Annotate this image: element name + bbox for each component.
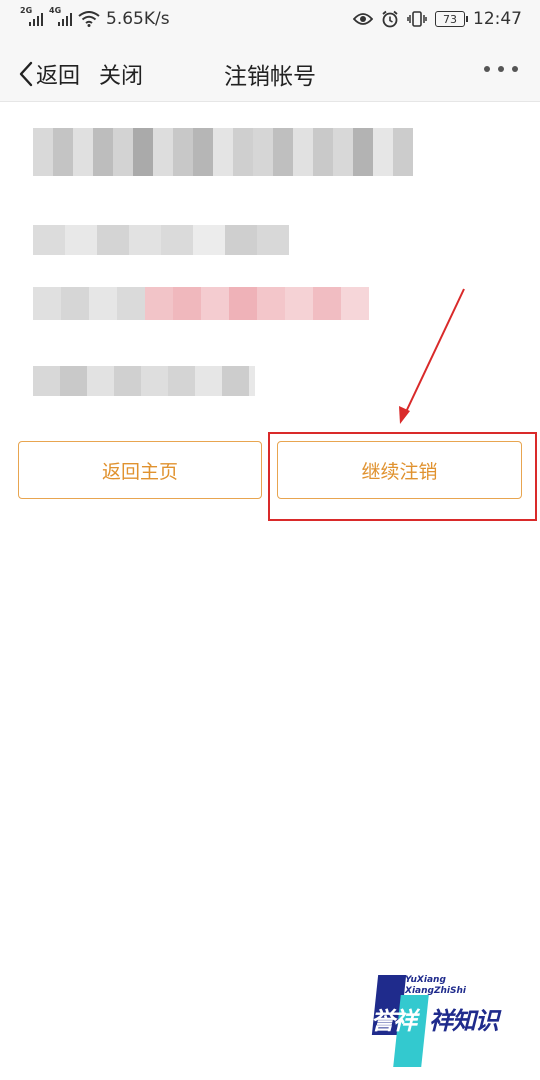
annotation-highlight-box: [268, 432, 537, 521]
annotation-arrow-icon: [399, 288, 465, 424]
return-home-button[interactable]: 返回主页: [18, 441, 262, 499]
watermark-cn-text-2: 祥知识: [429, 1007, 499, 1035]
watermark-logo: YuXiang XiangZhiShi 誉祥 祥知识: [371, 973, 521, 1069]
watermark-en-text: YuXiang XiangZhiShi: [405, 975, 466, 996]
watermark-cn-text-1: 誉祥: [371, 1007, 417, 1035]
